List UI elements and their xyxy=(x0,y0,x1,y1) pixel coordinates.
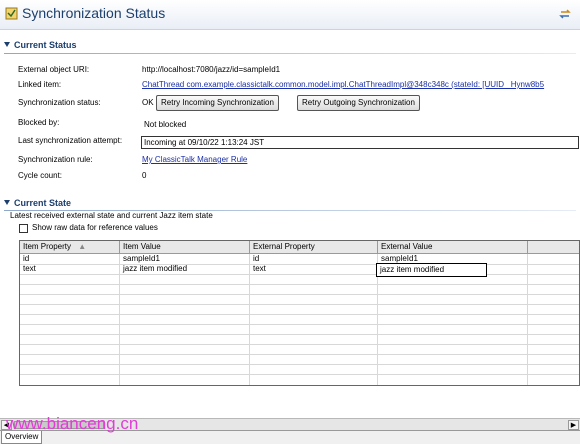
cell-item-property: text xyxy=(23,264,36,273)
current-status-header[interactable]: Current Status xyxy=(4,40,77,53)
cycle-count-value: 0 xyxy=(142,171,147,180)
cell-item-value: sampleId1 xyxy=(123,254,160,263)
linked-item-label: Linked item: xyxy=(18,80,62,89)
sync-status-label: Synchronization status: xyxy=(18,98,101,107)
current-state-heading: Current State xyxy=(14,198,72,208)
column-header-external-value[interactable]: External Value xyxy=(378,241,528,254)
retry-incoming-button[interactable]: Retry Incoming Synchronization xyxy=(156,95,279,111)
sync-rule-label: Synchronization rule: xyxy=(18,155,93,164)
refresh-icon[interactable] xyxy=(558,7,572,21)
section-divider xyxy=(4,53,576,54)
retry-outgoing-button[interactable]: Retry Outgoing Synchronization xyxy=(297,95,420,111)
row-divider xyxy=(20,284,579,285)
row-divider xyxy=(20,354,579,355)
cell-external-property: id xyxy=(253,254,260,263)
row-divider xyxy=(20,294,579,295)
cell-external-value-editor[interactable]: jazz item modified xyxy=(376,263,487,277)
current-state-description: Latest received external state and curre… xyxy=(10,211,213,220)
row-divider xyxy=(20,334,579,335)
row-divider xyxy=(20,374,579,375)
cell-external-property: text xyxy=(253,264,266,273)
external-uri-label: External object URI: xyxy=(18,65,90,74)
row-divider xyxy=(20,304,579,305)
row-divider xyxy=(20,324,579,325)
cycle-count-label: Cycle count: xyxy=(18,171,63,180)
show-raw-checkbox[interactable] xyxy=(19,224,28,233)
last-attempt-label: Last synchronization attempt: xyxy=(18,136,123,145)
blocked-by-label: Blocked by: xyxy=(18,118,60,127)
collapse-twistie-icon[interactable] xyxy=(4,42,10,47)
row-divider xyxy=(20,344,579,345)
collapse-twistie-icon[interactable] xyxy=(4,200,10,205)
page-title: Synchronization Status xyxy=(22,5,166,21)
linked-item-link[interactable]: ChatThread com.example.classictalk.commo… xyxy=(142,80,580,89)
current-status-heading: Current Status xyxy=(14,40,77,50)
scroll-right-icon[interactable]: ▶ xyxy=(568,420,579,430)
sort-ascending-icon: ▲ xyxy=(78,242,87,251)
row-divider xyxy=(20,364,579,365)
column-header-external-property[interactable]: External Property xyxy=(250,241,378,254)
watermark-text: www.bianceng.cn xyxy=(6,414,139,433)
show-raw-label[interactable]: Show raw data for reference values xyxy=(32,223,158,232)
last-attempt-field[interactable]: Incoming at 09/10/22 1:13:24 JST xyxy=(141,136,579,149)
sync-status-icon xyxy=(5,7,18,20)
external-uri-value: http://localhost:7080/jazz/id=sampleId1 xyxy=(142,65,281,74)
column-header-item-value[interactable]: Item Value xyxy=(120,241,250,254)
editor-header: Synchronization Status xyxy=(0,0,580,30)
row-divider xyxy=(20,274,579,275)
row-divider xyxy=(20,314,579,315)
cell-item-property: id xyxy=(23,254,30,263)
state-table[interactable]: Item Property ▲ Item Value External Prop… xyxy=(19,240,580,386)
column-header-item-property[interactable]: Item Property ▲ xyxy=(20,241,120,254)
cell-item-value: jazz item modified xyxy=(123,264,188,273)
sync-status-value: OK xyxy=(142,98,154,107)
column-header-filler xyxy=(528,241,579,254)
sync-rule-link[interactable]: My ClassicTalk Manager Rule xyxy=(142,155,247,164)
blocked-by-value: Not blocked xyxy=(144,120,187,129)
